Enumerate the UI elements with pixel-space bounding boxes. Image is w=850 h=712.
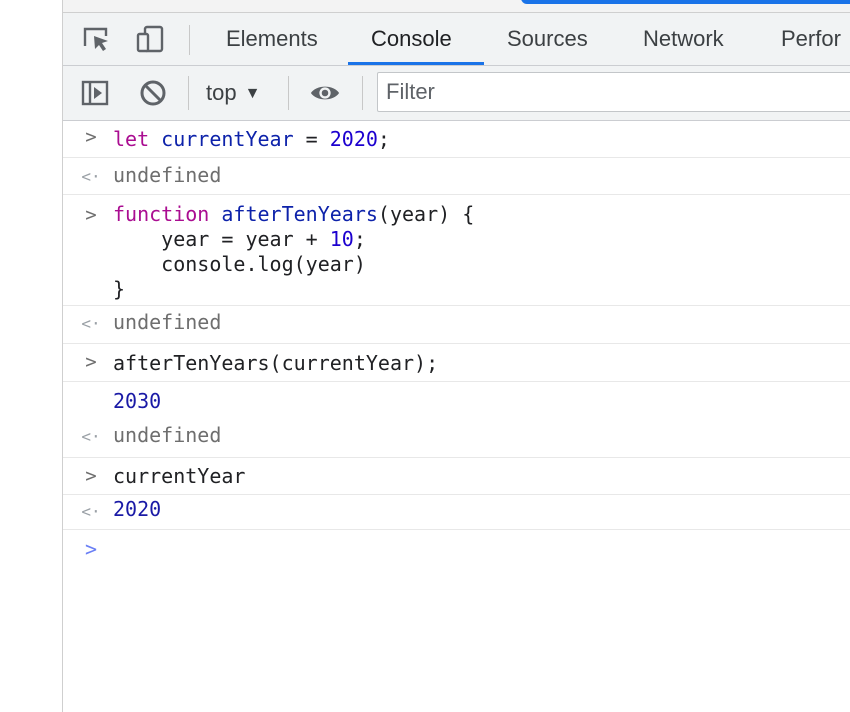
device-toolbar-icon[interactable] bbox=[134, 23, 166, 55]
console-command[interactable]: afterTenYears(currentYear); bbox=[113, 351, 438, 375]
tabs-bar: Elements Console Sources Network Perfor bbox=[63, 13, 850, 66]
result-arrow-icon: <· bbox=[81, 502, 101, 521]
result-arrow-icon: <· bbox=[81, 314, 101, 333]
console-output: > let currentYear = 2020; <· undefined >… bbox=[63, 121, 850, 712]
page-left-strip bbox=[0, 0, 62, 712]
prompt-chevron-icon: > bbox=[84, 537, 98, 561]
context-selector[interactable]: top ▼ bbox=[206, 66, 260, 120]
filter-input[interactable] bbox=[378, 73, 818, 111]
console-result: undefined bbox=[113, 423, 222, 447]
result-arrow-icon: <· bbox=[81, 167, 101, 186]
console-command[interactable]: function afterTenYears(year) { year = ye… bbox=[113, 202, 474, 302]
active-tab-indicator bbox=[348, 62, 484, 65]
live-expression-eye-icon[interactable] bbox=[309, 77, 341, 109]
inspect-element-icon[interactable] bbox=[80, 23, 112, 55]
console-input-entry: > afterTenYears(currentYear); bbox=[63, 344, 850, 382]
tab-console[interactable]: Console bbox=[371, 13, 452, 65]
caret-down-icon: ▼ bbox=[244, 85, 261, 102]
result-arrow-icon: <· bbox=[81, 427, 101, 446]
tabs-separator bbox=[189, 25, 190, 55]
tab-elements[interactable]: Elements bbox=[226, 13, 318, 65]
console-log-value: 2030 bbox=[113, 389, 162, 413]
console-toolbar: top ▼ bbox=[63, 66, 850, 121]
console-result: 2020 bbox=[113, 497, 162, 521]
toolbar-separator bbox=[288, 76, 289, 110]
tab-network[interactable]: Network bbox=[643, 13, 724, 65]
tab-sources[interactable]: Sources bbox=[507, 13, 588, 65]
console-prompt-entry[interactable]: > bbox=[63, 530, 850, 680]
console-input-entry: > currentYear bbox=[63, 458, 850, 495]
input-chevron-icon: > bbox=[85, 465, 97, 487]
console-input-entry: > let currentYear = 2020; bbox=[63, 121, 850, 158]
console-result: undefined bbox=[113, 163, 222, 187]
filter-box bbox=[377, 72, 850, 112]
input-chevron-icon: > bbox=[85, 126, 97, 148]
console-result-entry: <· undefined bbox=[63, 420, 850, 458]
top-accent-bar bbox=[521, 0, 850, 4]
console-result-entry: <· undefined bbox=[63, 158, 850, 195]
console-result-entry: <· 2020 bbox=[63, 495, 850, 530]
devtools-panel: Elements Console Sources Network Perfor … bbox=[63, 0, 850, 712]
tab-performance[interactable]: Perfor bbox=[781, 13, 841, 65]
console-command[interactable]: currentYear bbox=[113, 464, 245, 488]
toolbar-separator bbox=[188, 76, 189, 110]
toolbar-separator bbox=[362, 76, 363, 110]
console-result-entry: <· undefined bbox=[63, 306, 850, 344]
console-result: undefined bbox=[113, 310, 222, 334]
input-chevron-icon: > bbox=[85, 204, 97, 226]
input-chevron-icon: > bbox=[85, 351, 97, 373]
context-label: top bbox=[206, 80, 237, 105]
top-strip bbox=[63, 0, 850, 13]
console-command[interactable]: let currentYear = 2020; bbox=[113, 127, 390, 151]
clear-console-icon[interactable] bbox=[137, 77, 169, 109]
console-log-entry: 2030 bbox=[63, 382, 850, 420]
console-prompt-input[interactable] bbox=[113, 536, 813, 566]
show-sidebar-icon[interactable] bbox=[79, 77, 111, 109]
console-input-entry: > function afterTenYears(year) { year = … bbox=[63, 195, 850, 306]
